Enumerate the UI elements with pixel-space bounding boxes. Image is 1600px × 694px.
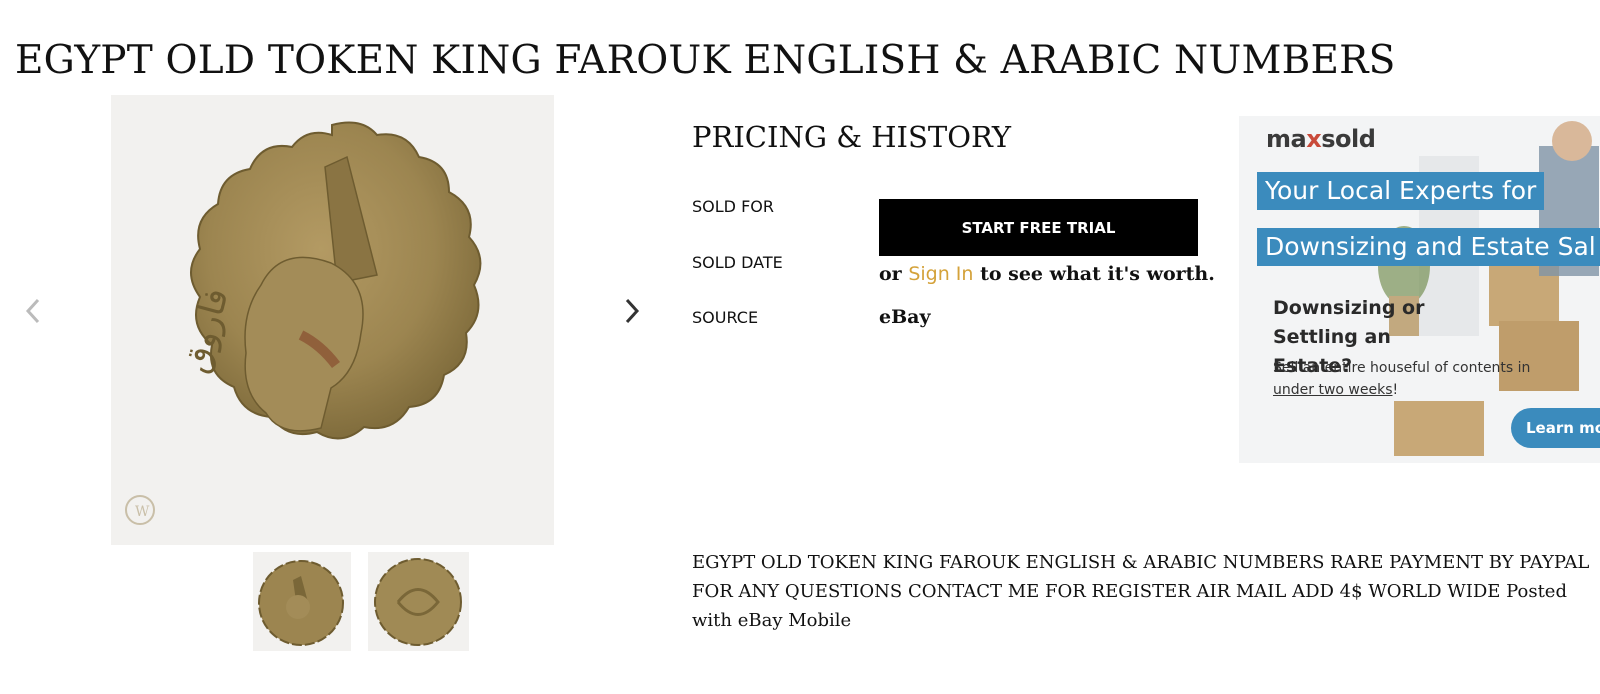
thumbnail-1[interactable] — [253, 552, 351, 651]
main-item-image[interactable]: فاروق W — [111, 95, 554, 545]
chevron-right-icon — [625, 298, 640, 324]
ad-headline-line-2: Downsizing and Estate Sal — [1257, 228, 1600, 266]
thumbnail-2[interactable] — [368, 552, 469, 651]
coin-obverse-thumbnail — [258, 560, 344, 646]
coin-reverse-thumbnail — [374, 558, 462, 646]
chevron-left-icon — [25, 298, 40, 324]
item-description: EGYPT OLD TOKEN KING FAROUK ENGLISH & AR… — [692, 552, 1590, 631]
coin-photo: فاروق W — [111, 95, 554, 545]
page-title: EGYPT OLD TOKEN KING FAROUK ENGLISH & AR… — [15, 38, 1396, 83]
sold-for-label: SOLD FOR — [692, 197, 774, 216]
sign-in-link[interactable]: Sign In — [908, 263, 973, 285]
pricing-history-heading: PRICING & HISTORY — [692, 120, 1012, 154]
source-value: eBay — [879, 306, 931, 328]
maxsold-ad[interactable]: maxsold Your Local Experts for Downsizin… — [1239, 116, 1600, 463]
source-label: SOURCE — [692, 308, 759, 327]
signin-suffix: to see what it's worth. — [973, 263, 1215, 285]
next-image-button[interactable] — [615, 291, 649, 331]
svg-text:W: W — [135, 504, 150, 520]
sold-date-label: SOLD DATE — [692, 253, 783, 272]
previous-image-button[interactable] — [16, 291, 50, 331]
maxsold-logo: maxsold — [1266, 125, 1376, 153]
signin-prefix: or — [879, 263, 909, 285]
signin-prompt: or Sign In to see what it's worth. — [879, 263, 1215, 285]
ad-body-text: Sell an entire houseful of contents in u… — [1273, 360, 1531, 398]
ad-learn-more-button[interactable]: Learn mo — [1511, 408, 1600, 448]
ad-headline-line-1: Your Local Experts for — [1257, 172, 1545, 210]
start-free-trial-button[interactable]: START FREE TRIAL — [879, 199, 1198, 256]
